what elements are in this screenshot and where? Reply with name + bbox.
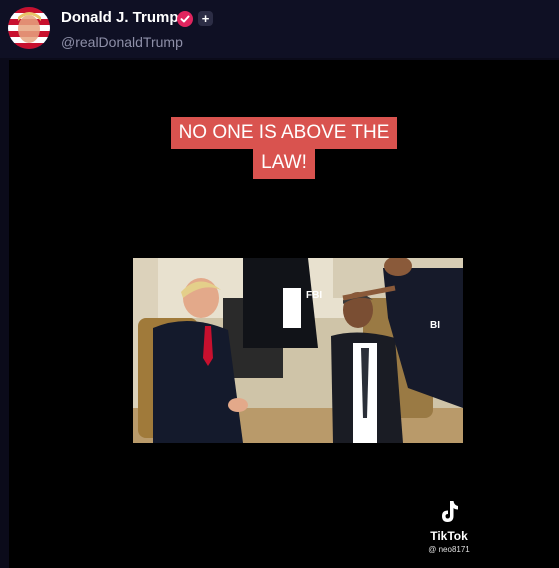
svg-text:BI: BI <box>430 320 440 331</box>
author-name[interactable]: Donald J. Trump <box>61 9 179 26</box>
tiktok-watermark: TikTok @ neo8171 <box>414 500 484 554</box>
fbi-jacket-text: FBI <box>306 290 322 301</box>
tiktok-label: TikTok <box>430 529 468 543</box>
caption-line-1-row: NO ONE IS ABOVE THE <box>9 117 559 149</box>
video-frame-image: FBI BI <box>133 258 463 443</box>
caption-line-1: NO ONE IS ABOVE THE <box>170 117 398 149</box>
tiktok-logo-icon <box>442 501 458 522</box>
author-handle[interactable]: @realDonaldTrump <box>61 34 183 50</box>
post-header: Donald J. Trump + @realDonaldTrump <box>0 0 559 58</box>
author-avatar[interactable] <box>8 7 50 49</box>
follow-plus-icon[interactable]: + <box>198 11 213 26</box>
caption-line-2-row: LAW! <box>9 147 559 179</box>
tiktok-username: @ neo8171 <box>428 545 470 554</box>
verified-badge-icon <box>177 11 193 27</box>
avatar-image <box>8 7 50 49</box>
video-player[interactable]: NO ONE IS ABOVE THE LAW! FBI BI TikTok @… <box>9 60 559 568</box>
caption-line-2: LAW! <box>253 147 315 179</box>
